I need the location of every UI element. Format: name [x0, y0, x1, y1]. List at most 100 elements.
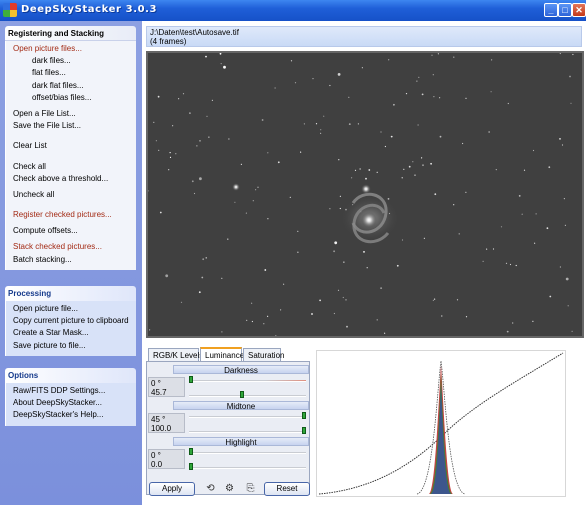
stack-checked-link[interactable]: Stack checked pictures...: [6, 241, 136, 253]
star: [227, 238, 229, 240]
offset-bias-files-link[interactable]: offset/bias files...: [6, 92, 136, 104]
star: [507, 102, 509, 105]
dark-files-link[interactable]: dark files...: [6, 55, 136, 67]
star: [348, 96, 350, 98]
slider-thumb[interactable]: [189, 448, 193, 455]
slider-thumb[interactable]: [302, 427, 306, 434]
clear-list-link[interactable]: Clear List: [6, 140, 136, 152]
help-link[interactable]: DeepSkyStacker's Help...: [6, 409, 136, 421]
midtone-value-slider[interactable]: [189, 427, 306, 434]
tab-saturation[interactable]: Saturation: [243, 348, 284, 361]
star: [561, 144, 564, 146]
batch-stacking-link[interactable]: Batch stacking...: [6, 254, 136, 266]
flat-files-link[interactable]: flat files...: [6, 67, 136, 79]
slider-thumb[interactable]: [189, 376, 193, 383]
reset-button[interactable]: Reset: [264, 482, 310, 496]
star: [297, 230, 299, 232]
tab-rgb-levels[interactable]: RGB/K Levels: [148, 348, 203, 361]
star: [430, 162, 432, 165]
star: [294, 82, 297, 84]
star: [482, 260, 484, 262]
star: [337, 73, 341, 76]
check-above-threshold-link[interactable]: Check above a threshold...: [6, 173, 136, 185]
star: [329, 84, 331, 87]
file-path: J:\Daten\test\Autosave.tif: [150, 28, 239, 37]
darkness-value-slider[interactable]: [189, 391, 306, 398]
uncheck-all-link[interactable]: Uncheck all: [6, 189, 136, 201]
copy-to-clipboard-link[interactable]: Copy current picture to clipboard: [6, 315, 136, 327]
star: [208, 136, 210, 138]
star: [518, 195, 521, 197]
open-file-list-link[interactable]: Open a File List...: [6, 108, 136, 120]
star: [509, 263, 512, 266]
star: [348, 123, 351, 125]
about-link[interactable]: About DeepSkyStacker...: [6, 397, 136, 409]
highlight-angle-slider[interactable]: [189, 448, 306, 455]
star: [312, 78, 314, 80]
darkness-header: Darkness: [173, 365, 309, 375]
tab-luminance[interactable]: Luminance: [200, 347, 244, 361]
apply-button[interactable]: Apply: [149, 482, 195, 496]
star: [437, 53, 439, 55]
star: [182, 93, 185, 95]
maximize-button[interactable]: □: [558, 3, 572, 17]
star: [376, 171, 378, 173]
check-all-link[interactable]: Check all: [6, 161, 136, 173]
close-button[interactable]: ✕: [572, 3, 586, 17]
star: [267, 315, 269, 317]
star: [565, 277, 569, 281]
open-picture-files-link[interactable]: Open picture files...: [6, 43, 136, 55]
image-preview[interactable]: [146, 51, 584, 338]
star: [274, 87, 276, 89]
save-picture-link[interactable]: Save picture to file...: [6, 340, 136, 352]
highlight-value-slider[interactable]: [189, 463, 306, 470]
star: [465, 191, 467, 193]
slider-thumb[interactable]: [302, 412, 306, 419]
star: [333, 250, 335, 253]
star: [168, 169, 170, 171]
save-file-list-link[interactable]: Save the File List...: [6, 120, 136, 132]
histogram-graph: [318, 352, 564, 495]
raw-fits-settings-link[interactable]: Raw/FITS DDP Settings...: [6, 385, 136, 397]
star: [421, 93, 424, 96]
star: [486, 248, 488, 250]
minimize-button[interactable]: _: [544, 3, 558, 17]
darkness-angle-slider[interactable]: [189, 376, 306, 383]
star: [380, 131, 382, 133]
export-icon[interactable]: ⎘: [244, 482, 257, 495]
star: [211, 99, 213, 101]
star: [434, 298, 436, 300]
star: [205, 257, 207, 259]
star: [401, 239, 404, 241]
star: [338, 159, 340, 161]
star: [240, 163, 242, 165]
midtone-angle-slider[interactable]: [189, 412, 306, 419]
star: [165, 274, 169, 278]
slider-thumb[interactable]: [189, 463, 193, 470]
star: [155, 140, 157, 142]
slider-thumb[interactable]: [240, 391, 244, 398]
undo-icon[interactable]: ⟲: [204, 482, 217, 495]
star: [418, 76, 420, 78]
star: [172, 125, 174, 127]
star: [532, 149, 535, 152]
title-bar: DeepSkyStacker 3.0.3 _ □ ✕: [0, 0, 586, 21]
star: [149, 329, 151, 331]
star: [178, 98, 180, 100]
star: [563, 198, 565, 200]
star: [343, 261, 345, 263]
star: [384, 145, 386, 148]
settings-icon[interactable]: ⚙: [223, 482, 236, 495]
star: [264, 269, 267, 271]
star: [263, 323, 265, 325]
create-star-mask-link[interactable]: Create a Star Mask...: [6, 327, 136, 339]
star: [290, 60, 293, 62]
star: [453, 56, 455, 58]
star: [376, 319, 378, 321]
star: [251, 320, 253, 323]
open-picture-file-link[interactable]: Open picture file...: [6, 303, 136, 315]
register-checked-link[interactable]: Register checked pictures...: [6, 209, 136, 221]
registering-panel: Registering and Stacking Open picture fi…: [5, 26, 136, 270]
compute-offsets-link[interactable]: Compute offsets...: [6, 225, 136, 237]
dark-flat-files-link[interactable]: dark flat files...: [6, 80, 136, 92]
